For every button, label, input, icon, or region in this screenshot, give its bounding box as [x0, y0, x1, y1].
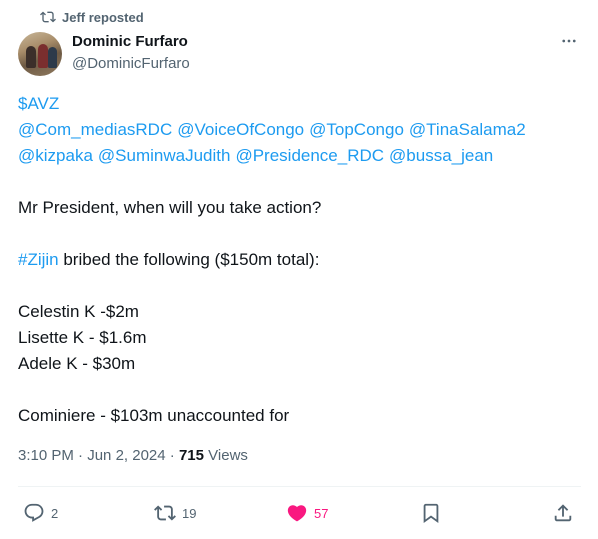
- unaccounted-line: Cominiere - $103m unaccounted for: [18, 406, 290, 425]
- avatar[interactable]: [18, 32, 62, 76]
- views-label: Views: [208, 447, 248, 464]
- reply-button[interactable]: 2: [23, 497, 58, 529]
- like-count: 57: [314, 505, 329, 521]
- divider: [18, 486, 581, 487]
- share-icon: [554, 504, 572, 522]
- mention-link[interactable]: @Presidence_RDC: [235, 146, 384, 165]
- author-name[interactable]: Dominic Furfaro: [72, 33, 188, 50]
- bribe-text: bribed the following ($150m total):: [58, 250, 320, 269]
- avatar-figure: [26, 46, 36, 68]
- repost-icon: [40, 11, 56, 23]
- hashtag-link[interactable]: #Zijin: [18, 250, 59, 269]
- meta-separator: ·: [165, 447, 179, 464]
- reply-count: 2: [51, 505, 59, 521]
- tweet-time[interactable]: 3:10 PM: [18, 447, 74, 464]
- cashtag-link[interactable]: $AVZ: [18, 94, 59, 113]
- reply-icon: [24, 503, 44, 522]
- mention-link[interactable]: @VoiceOfCongo: [177, 120, 304, 139]
- repost-indicator: Jeff reposted: [40, 9, 144, 25]
- avatar-figure: [48, 47, 57, 68]
- bribe-item: Celestin K -$2m: [18, 302, 139, 321]
- tweet-date[interactable]: Jun 2, 2024: [87, 447, 165, 464]
- bribe-item: Adele K - $30m: [18, 354, 136, 373]
- repost-text[interactable]: Jeff reposted: [62, 10, 144, 25]
- bookmark-button[interactable]: [420, 497, 442, 529]
- avatar-figure: [38, 44, 48, 68]
- tweet-bribe-line: #Zijin bribed the following ($150m total…: [18, 247, 583, 273]
- retweet-count: 19: [182, 505, 197, 521]
- action-bar: 2 19 57: [18, 497, 581, 529]
- mention-link[interactable]: @SuminwaJudith: [98, 146, 231, 165]
- author-handle[interactable]: @DominicFurfaro: [72, 55, 190, 72]
- heart-icon: [287, 505, 307, 522]
- bookmark-icon: [423, 503, 439, 524]
- retweet-icon: [154, 505, 176, 521]
- like-button[interactable]: 57: [286, 497, 328, 529]
- more-icon: [562, 39, 576, 43]
- mention-link[interactable]: @bussa_jean: [389, 146, 493, 165]
- mention-link[interactable]: @Com_mediasRDC: [18, 120, 172, 139]
- mentions-line: @kizpaka @SuminwaJudith @Presidence_RDC @bu…: [18, 143, 583, 169]
- share-button[interactable]: [552, 497, 574, 529]
- mention-link[interactable]: @TinaSalama2: [409, 120, 526, 139]
- mention-link[interactable]: @kizpaka: [18, 146, 93, 165]
- bribe-item: Lisette K - $1.6m: [18, 328, 147, 347]
- more-button[interactable]: [556, 30, 582, 52]
- tweet-question: Mr President, when will you take action?: [18, 198, 322, 217]
- tweet-meta: 3:10 PM · Jun 2, 2024 · 715 Views: [18, 447, 248, 464]
- views-count: 715: [178, 447, 204, 464]
- mentions-line: @Com_mediasRDC @VoiceOfCongo @TopCongo @Tin…: [18, 117, 583, 143]
- tweet-body: $AVZ @Com_mediasRDC @VoiceOfCongo @TopCong…: [18, 91, 583, 429]
- mention-link[interactable]: @TopCongo: [309, 120, 404, 139]
- meta-separator: ·: [73, 447, 88, 464]
- retweet-button[interactable]: 19: [154, 497, 196, 529]
